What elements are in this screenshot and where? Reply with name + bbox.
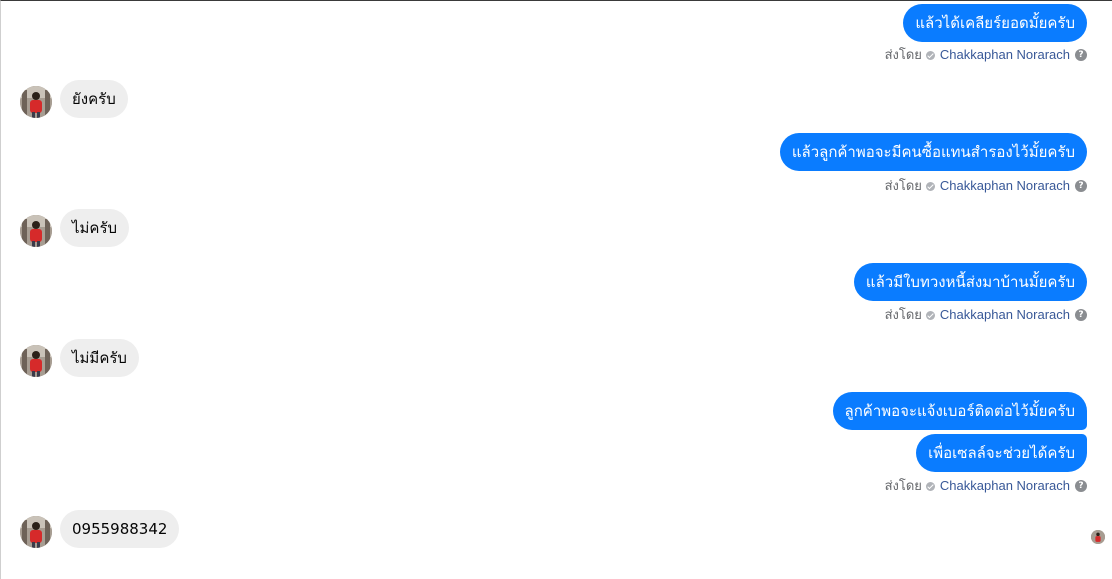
sent-by-prefix: ส่งโดย bbox=[884, 478, 922, 493]
message-incoming[interactable]: ไม่มีครับ bbox=[60, 339, 139, 377]
sender-name-link[interactable]: Chakkaphan Norarach bbox=[940, 478, 1070, 494]
user-avatar[interactable] bbox=[20, 86, 52, 118]
sender-name-link[interactable]: Chakkaphan Norarach bbox=[940, 307, 1070, 323]
chat-window: แล้วได้เคลียร์ยอดมั้ยครับ ส่งโดย Chakkap… bbox=[0, 0, 1112, 579]
sent-by-prefix: ส่งโดย bbox=[884, 307, 922, 322]
message-incoming[interactable]: ไม่ครับ bbox=[60, 209, 130, 247]
verified-check-icon bbox=[925, 481, 935, 491]
sender-name-link[interactable]: Chakkaphan Norarach bbox=[940, 47, 1070, 63]
sender-name-link[interactable]: Chakkaphan Norarach bbox=[940, 178, 1070, 194]
help-circle-icon[interactable]: ? bbox=[1075, 180, 1087, 192]
sent-by-prefix: ส่งโดย bbox=[884, 47, 922, 62]
user-avatar[interactable] bbox=[20, 215, 52, 247]
message-outgoing[interactable]: ลูกค้าพอจะแจ้งเบอร์ติดต่อไว้มั้ยครับ bbox=[832, 392, 1087, 430]
help-circle-icon[interactable]: ? bbox=[1075, 309, 1087, 321]
message-outgoing[interactable]: เพื่อเซลล์จะช่วยได้ครับ bbox=[916, 434, 1087, 472]
user-avatar[interactable] bbox=[20, 516, 52, 548]
verified-check-icon bbox=[925, 310, 935, 320]
message-outgoing[interactable]: แล้วลูกค้าพอจะมีคนซื้อแทนสำรองไว้มั้ยครั… bbox=[779, 133, 1087, 171]
seen-avatar bbox=[1091, 530, 1105, 544]
sent-by-label: ส่งโดย Chakkaphan Norarach ? bbox=[885, 47, 1087, 63]
sent-by-label: ส่งโดย Chakkaphan Norarach ? bbox=[885, 307, 1087, 323]
sent-by-label: ส่งโดย Chakkaphan Norarach ? bbox=[885, 178, 1087, 194]
help-circle-icon[interactable]: ? bbox=[1075, 49, 1087, 61]
message-incoming[interactable]: ยังครับ bbox=[60, 80, 128, 118]
verified-check-icon bbox=[925, 50, 935, 60]
message-outgoing[interactable]: แล้วมีใบทวงหนี้ส่งมาบ้านมั้ยครับ bbox=[853, 263, 1087, 301]
user-avatar[interactable] bbox=[20, 345, 52, 377]
message-incoming[interactable]: 0955988342 bbox=[60, 510, 180, 548]
message-outgoing[interactable]: แล้วได้เคลียร์ยอดมั้ยครับ bbox=[903, 4, 1087, 42]
help-circle-icon[interactable]: ? bbox=[1075, 480, 1087, 492]
sent-by-label: ส่งโดย Chakkaphan Norarach ? bbox=[885, 478, 1087, 494]
verified-check-icon bbox=[925, 181, 935, 191]
sent-by-prefix: ส่งโดย bbox=[884, 178, 922, 193]
